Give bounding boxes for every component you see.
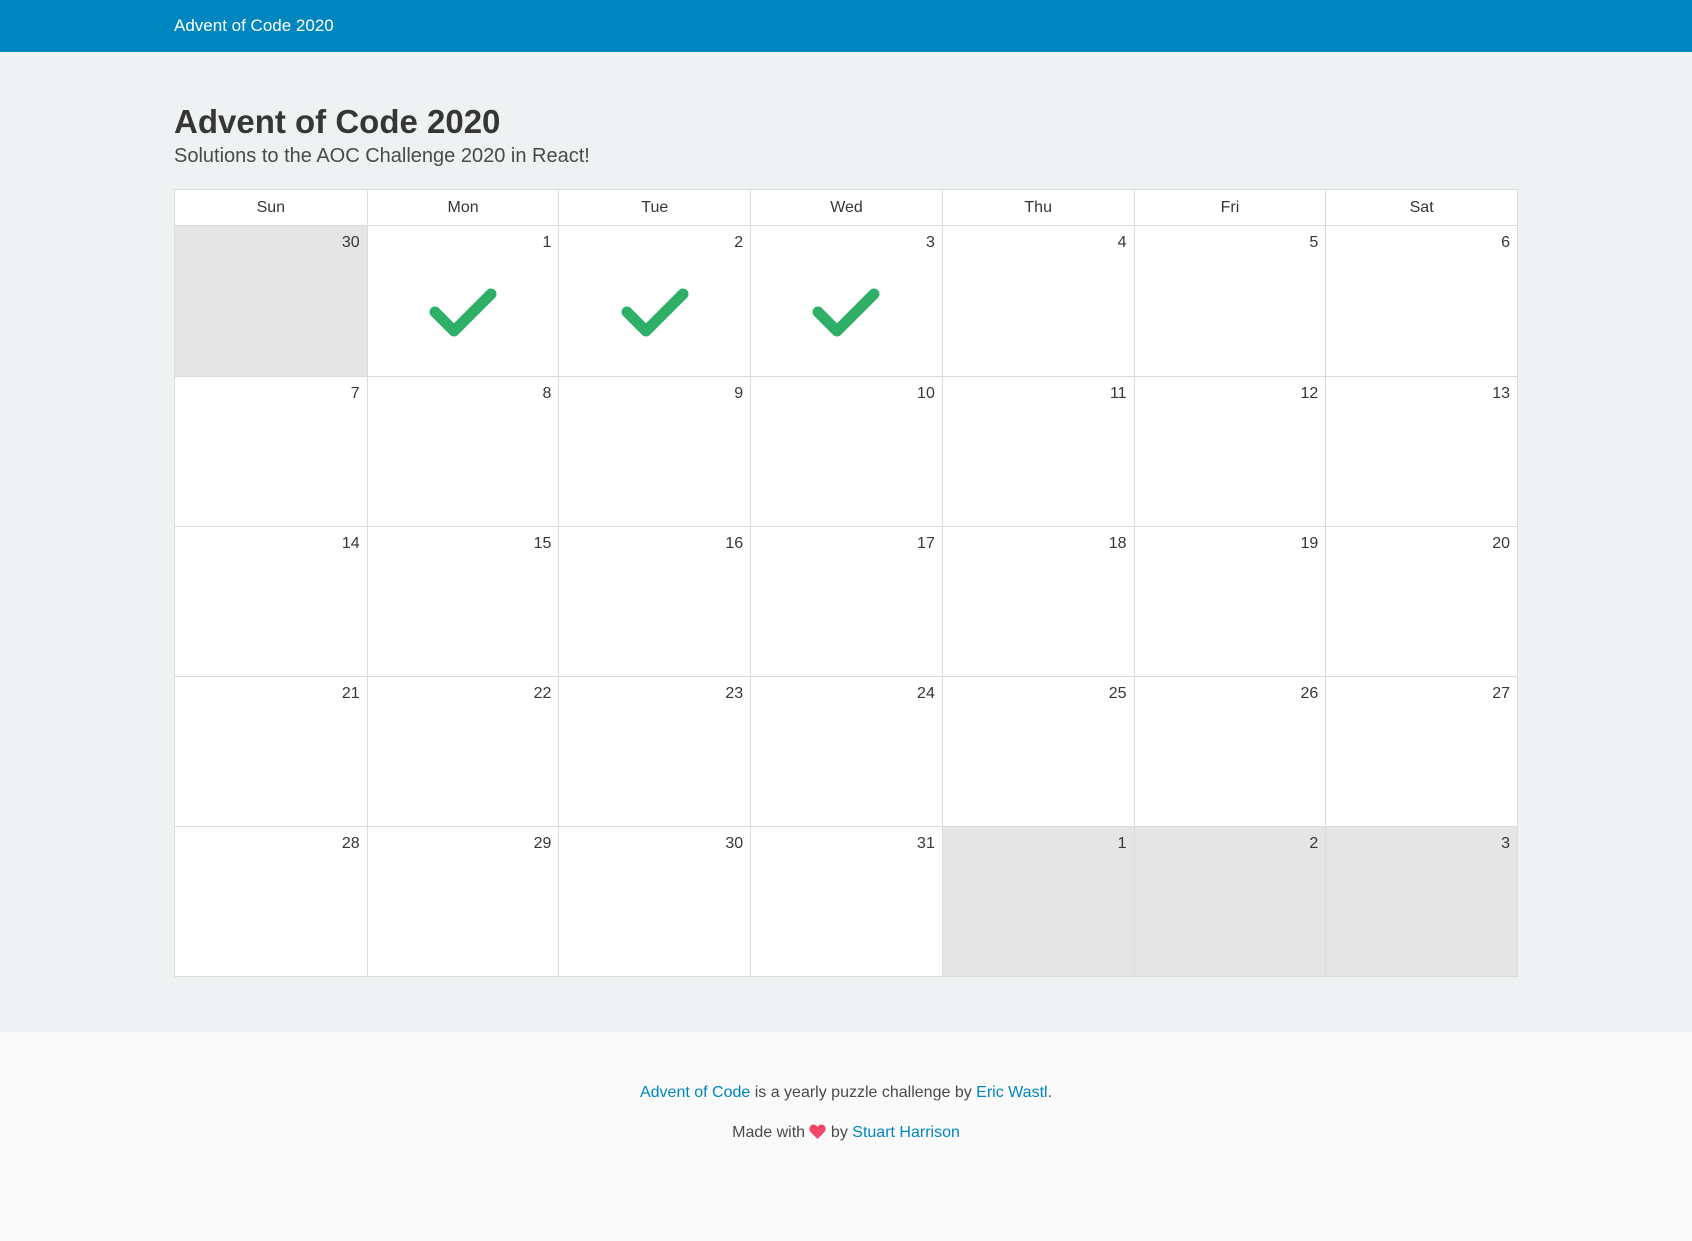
calendar-day[interactable]: 25 bbox=[941, 676, 1134, 826]
calendar-day[interactable]: 17 bbox=[750, 526, 942, 676]
eric-wastl-link[interactable]: Eric Wastl bbox=[976, 1084, 1047, 1101]
main-section: Advent of Code 2020 Solutions to the AOC… bbox=[0, 52, 1692, 1032]
day-number: 20 bbox=[1492, 535, 1510, 552]
day-number: 22 bbox=[533, 685, 552, 702]
day-number: 15 bbox=[533, 535, 552, 552]
day-number: 8 bbox=[542, 385, 552, 402]
calendar-day-other-month: 30 bbox=[175, 226, 367, 376]
calendar-day[interactable]: 9 bbox=[558, 376, 751, 526]
day-number: 29 bbox=[533, 835, 552, 852]
day-number: 27 bbox=[1492, 685, 1510, 702]
calendar-day[interactable]: 8 bbox=[366, 376, 559, 526]
by-text: by bbox=[826, 1124, 853, 1141]
calendar-day[interactable]: 27 bbox=[1325, 676, 1517, 826]
calendar-day[interactable]: 28 bbox=[175, 826, 367, 976]
day-number: 10 bbox=[917, 385, 935, 402]
calendar-day-other-month: 3 bbox=[1325, 826, 1517, 976]
calendar-days-grid: 30 1 2 3 4 5 6 7 8 9 10 11 12 13 14 15 16 17 18 19 20 21 22 23 2… bbox=[175, 226, 1517, 976]
calendar-day[interactable]: 19 bbox=[1133, 526, 1326, 676]
day-number: 26 bbox=[1300, 685, 1319, 702]
page-subtitle: Solutions to the AOC Challenge 2020 in R… bbox=[174, 145, 590, 167]
footer-credit-text: is a yearly puzzle challenge by bbox=[750, 1084, 977, 1101]
calendar-day[interactable]: 3 bbox=[750, 226, 942, 376]
day-number: 11 bbox=[1109, 385, 1127, 402]
page-title: Advent of Code 2020 bbox=[174, 103, 501, 140]
calendar-day[interactable]: 21 bbox=[175, 676, 367, 826]
day-number: 6 bbox=[1501, 234, 1510, 251]
calendar-weekday-header: Sun Mon Tue Wed Thu Fri Sat bbox=[175, 190, 1517, 226]
footer-credit-line: Advent of Code is a yearly puzzle challe… bbox=[0, 1084, 1692, 1102]
calendar-day[interactable]: 20 bbox=[1325, 526, 1517, 676]
day-number: 30 bbox=[725, 835, 744, 852]
day-number: 12 bbox=[1300, 385, 1319, 402]
weekday-thu: Thu bbox=[941, 190, 1134, 225]
day-number: 30 bbox=[341, 234, 360, 251]
advent-of-code-link[interactable]: Advent of Code bbox=[640, 1084, 750, 1101]
calendar-day[interactable]: 2 bbox=[558, 226, 751, 376]
day-number: 9 bbox=[734, 385, 744, 402]
calendar-day[interactable]: 29 bbox=[366, 826, 559, 976]
calendar-day[interactable]: 24 bbox=[750, 676, 942, 826]
calendar-day[interactable]: 15 bbox=[366, 526, 559, 676]
weekday-sun: Sun bbox=[256, 199, 286, 216]
day-number: 13 bbox=[1492, 385, 1510, 402]
calendar: Sun Mon Tue Wed Thu Fri Sat 30 1 2 3 4 5 6 7 8 9 10 11 12 1… bbox=[174, 189, 1518, 977]
calendar-day[interactable]: 22 bbox=[366, 676, 559, 826]
day-number: 1 bbox=[1117, 835, 1127, 852]
calendar-day[interactable]: 6 bbox=[1325, 226, 1517, 376]
day-number: 2 bbox=[734, 234, 744, 251]
day-number: 7 bbox=[350, 385, 360, 402]
weekday-mon: Mon bbox=[366, 190, 559, 225]
footer-made-with-line: Made with by Stuart Harrison bbox=[0, 1124, 1692, 1142]
check-icon bbox=[812, 288, 880, 337]
calendar-day[interactable]: 16 bbox=[558, 526, 751, 676]
calendar-day[interactable]: 12 bbox=[1133, 376, 1326, 526]
navbar-brand-link[interactable]: Advent of Code 2020 bbox=[174, 0, 334, 52]
day-number: 4 bbox=[1117, 234, 1127, 251]
calendar-day-other-month: 1 bbox=[941, 826, 1134, 976]
calendar-day[interactable]: 30 bbox=[558, 826, 751, 976]
day-number: 18 bbox=[1108, 535, 1127, 552]
calendar-day[interactable]: 5 bbox=[1133, 226, 1326, 376]
day-number: 21 bbox=[341, 685, 360, 702]
calendar-day[interactable]: 11 bbox=[941, 376, 1134, 526]
footer: Advent of Code is a yearly puzzle challe… bbox=[0, 1032, 1692, 1241]
calendar-day[interactable]: 4 bbox=[941, 226, 1134, 376]
calendar-day[interactable]: 1 bbox=[366, 226, 559, 376]
day-number: 31 bbox=[917, 835, 935, 852]
calendar-day-other-month: 2 bbox=[1133, 826, 1326, 976]
top-navbar: Advent of Code 2020 bbox=[0, 0, 1692, 52]
day-number: 3 bbox=[925, 234, 935, 251]
calendar-day[interactable]: 18 bbox=[941, 526, 1134, 676]
day-number: 19 bbox=[1300, 535, 1319, 552]
day-number: 2 bbox=[1309, 835, 1319, 852]
day-number: 23 bbox=[725, 685, 744, 702]
weekday-fri: Fri bbox=[1133, 190, 1326, 225]
calendar-day[interactable]: 10 bbox=[750, 376, 942, 526]
day-number: 16 bbox=[725, 535, 744, 552]
check-icon bbox=[429, 288, 497, 337]
calendar-day[interactable]: 26 bbox=[1133, 676, 1326, 826]
heart-icon bbox=[809, 1124, 827, 1139]
day-number: 5 bbox=[1309, 234, 1319, 251]
weekday-tue: Tue bbox=[558, 190, 750, 225]
day-number: 3 bbox=[1501, 835, 1510, 852]
calendar-day[interactable]: 7 bbox=[175, 376, 367, 526]
calendar-day[interactable]: 23 bbox=[558, 676, 751, 826]
made-with-text: Made with bbox=[732, 1124, 810, 1141]
day-number: 28 bbox=[341, 835, 360, 852]
day-number: 25 bbox=[1108, 685, 1127, 702]
stuart-harrison-link[interactable]: Stuart Harrison bbox=[852, 1124, 960, 1141]
footer-credit-end: . bbox=[1047, 1084, 1053, 1101]
calendar-day[interactable]: 13 bbox=[1325, 376, 1517, 526]
day-number: 24 bbox=[917, 685, 935, 702]
calendar-day[interactable]: 14 bbox=[175, 526, 367, 676]
day-number: 1 bbox=[542, 234, 552, 251]
day-number: 17 bbox=[917, 535, 935, 552]
weekday-sat: Sat bbox=[1325, 190, 1517, 225]
check-icon bbox=[621, 288, 689, 337]
calendar-day[interactable]: 31 bbox=[750, 826, 942, 976]
weekday-wed: Wed bbox=[750, 190, 942, 225]
day-number: 14 bbox=[341, 535, 360, 552]
